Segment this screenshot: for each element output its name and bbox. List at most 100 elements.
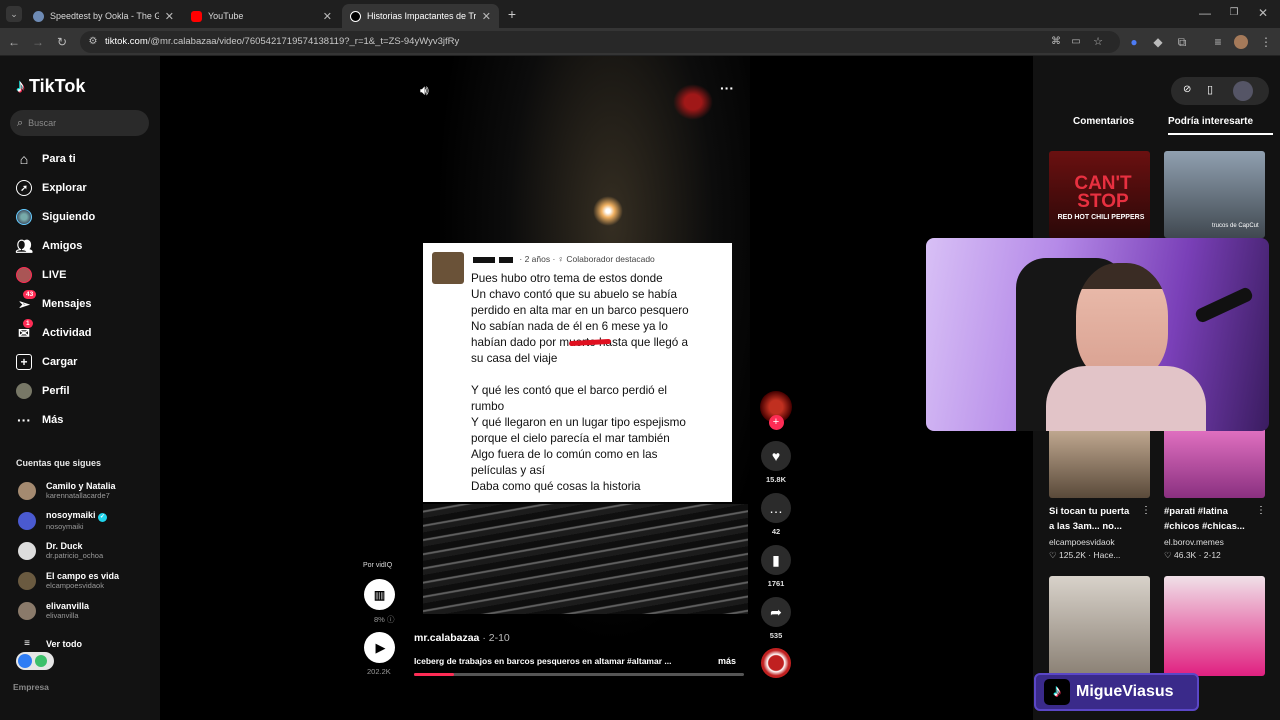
account-handle: nosoymaiki (46, 522, 84, 531)
comment-meta: · 2 años · ♀ Colaborador destacado (473, 254, 655, 264)
nav-explorar[interactable]: ➚ Explorar (16, 180, 87, 196)
tab-comments[interactable]: Comentarios (1073, 116, 1134, 127)
close-tab-icon[interactable]: ✕ (165, 10, 174, 23)
url-path: /@mr.calabazaa/video/7605421719574138119… (147, 36, 460, 47)
creator-avatar-follow[interactable]: + (760, 391, 792, 430)
recommendation-thumbnail[interactable]: trucos de CapCut (1164, 151, 1265, 238)
translate-icon[interactable]: ⌘ (1048, 34, 1064, 50)
tab-youtube[interactable]: YouTube ✕ (183, 4, 340, 28)
creator-info[interactable]: mr.calabazaa · 2-10 (414, 632, 510, 644)
company-link[interactable]: Empresa (13, 682, 49, 692)
volume-icon[interactable]: 🔊︎ (420, 82, 429, 99)
site-info-icon[interactable]: ⚙ (85, 34, 101, 50)
tab-tiktok[interactable]: Historias Impactantes de Trabajo ✕ (342, 4, 499, 28)
profile-avatar[interactable] (1233, 81, 1253, 101)
followed-account[interactable]: nosoymaiki ✓ nosoymaiki (18, 510, 108, 531)
nav-amigos[interactable]: 👥︎ Amigos (15, 238, 82, 254)
tab-search-icon[interactable]: ⌄ (6, 6, 22, 22)
restore-icon[interactable]: ❐ (1226, 5, 1242, 21)
recommendation-thumbnail[interactable]: CAN'T STOP RED HOT CHILI PEPPERS (1049, 151, 1150, 238)
follow-plus-icon[interactable]: + (768, 415, 784, 430)
nav-label: Cargar (42, 356, 78, 368)
nav-siguiendo[interactable]: Siguiendo (16, 209, 95, 225)
like-count: 15.8K (765, 475, 786, 484)
tiktok-logo[interactable]: ♪ TikTok (16, 76, 85, 97)
browser-tab-bar: ⌄ Speedtest by Ookla - The Global ✕ YouT… (0, 0, 1280, 28)
address-bar[interactable]: ⚙ tiktok.com/@mr.calabazaa/video/7605421… (80, 31, 1120, 53)
like-button[interactable]: ♥ 15.8K (760, 441, 792, 484)
url-host: tiktok.com (105, 36, 148, 47)
vidiq-label: Por vidIQ (363, 562, 393, 569)
see-all-link[interactable]: ≡ Ver todo (18, 638, 82, 649)
close-tab-icon[interactable]: ✕ (482, 10, 491, 23)
save-button[interactable]: ▮ 1761 (760, 545, 792, 588)
more-dots-icon: ··· (17, 412, 31, 428)
streamer-badge: ♪ MigueViasus (1034, 673, 1199, 711)
recommendation-user[interactable]: el.borov.memes (1164, 537, 1224, 547)
bookmark-star-icon[interactable]: ☆ (1090, 34, 1106, 50)
nav-perfil[interactable]: Perfil (16, 383, 70, 399)
nav-para-ti[interactable]: ⌂ Para ti (16, 151, 76, 167)
comment-badge: Colaborador destacado (566, 254, 655, 264)
activity-badge: 1 (23, 319, 33, 328)
heart-outline-icon: ♡ (1049, 550, 1057, 560)
account-handle: elcampoesvidaok (46, 581, 104, 590)
reload-icon[interactable]: ↻ (54, 34, 70, 50)
forward-arrow-icon[interactable]: → (30, 34, 46, 50)
recommendation-thumbnail[interactable] (1049, 576, 1150, 676)
search-input[interactable]: ⌕ Buscar (10, 110, 149, 136)
more-vertical-icon[interactable]: ⋮ (1141, 505, 1151, 516)
comment-button[interactable]: … 42 (760, 493, 792, 536)
new-tab-plus-icon[interactable]: + (504, 6, 520, 22)
recommendation-thumbnail[interactable] (1164, 430, 1265, 498)
compass-icon[interactable]: ⊘ (1183, 84, 1191, 95)
extensions-puzzle-icon[interactable]: ⧉ (1174, 34, 1190, 50)
share-count: 535 (769, 631, 783, 640)
music-disc-icon (761, 648, 791, 678)
media-control-icon[interactable]: ≡ (1210, 34, 1226, 50)
browser-menu-icon[interactable]: ⋮ (1258, 34, 1274, 50)
video-more-icon[interactable]: ··· (720, 80, 734, 96)
nav-live[interactable]: LIVE (16, 267, 66, 283)
tab-title: YouTube (208, 11, 244, 21)
recommendation-title[interactable]: Si tocan tu puerta a las 3am... no... (1049, 504, 1137, 534)
followed-account[interactable]: elivanvilla elivanvilla (18, 601, 89, 620)
nav-mensajes[interactable]: ➢ 43 Mensajes (16, 290, 92, 312)
tab-podria-interesarte[interactable]: Podría interesarte (1168, 116, 1253, 127)
streamer-name: MigueViasus (1076, 683, 1174, 700)
extension-icon[interactable]: ● (1126, 34, 1142, 50)
share-button[interactable]: ➦ 535 (760, 597, 792, 640)
profile-avatar-icon[interactable] (1234, 35, 1248, 49)
following-avatar-icon (16, 209, 32, 225)
recommendation-thumbnail[interactable] (1164, 576, 1265, 676)
nav-mas[interactable]: ··· Más (16, 412, 63, 428)
extension-toggle[interactable] (16, 652, 54, 670)
minimize-icon[interactable]: — (1197, 5, 1213, 21)
censored-name (499, 256, 513, 263)
nav-actividad[interactable]: ✉ 1 Actividad (16, 319, 92, 341)
more-link[interactable]: más (718, 656, 736, 666)
followed-account[interactable]: Dr. Duck dr.patricio_ochoa (18, 541, 103, 560)
nav-cargar[interactable]: + Cargar (16, 354, 77, 370)
followed-account[interactable]: El campo es vida elcampoesvidaok (18, 571, 119, 590)
close-window-icon[interactable]: ✕ (1255, 5, 1271, 21)
nav-label: LIVE (42, 269, 67, 281)
recommendation-title[interactable]: #parati #latina #chicos #chicas... (1164, 504, 1252, 534)
followed-account[interactable]: Camilo y Natalia karennatallacarde7 (18, 481, 116, 500)
tab-speedtest[interactable]: Speedtest by Ookla - The Global ✕ (25, 4, 182, 28)
recommendation-thumbnail[interactable] (1049, 430, 1150, 498)
recommendation-user[interactable]: elcampoesvidaok (1049, 537, 1115, 547)
sound-disc[interactable] (760, 648, 792, 678)
cast-icon[interactable]: ▭ (1068, 34, 1084, 50)
comment-screenshot: · 2 años · ♀ Colaborador destacado Pues … (423, 243, 732, 502)
close-tab-icon[interactable]: ✕ (323, 10, 332, 23)
account-handle: elivanvilla (46, 611, 79, 620)
video-progress-bar[interactable] (414, 673, 744, 676)
play-button[interactable]: ▶ (364, 632, 395, 663)
extension-diamond-icon[interactable]: ◆ (1150, 34, 1166, 50)
vidiq-stats-button[interactable]: ▥ (364, 579, 395, 610)
more-vertical-icon[interactable]: ⋮ (1256, 505, 1266, 516)
back-arrow-icon[interactable]: ← (6, 34, 22, 50)
nav-label: Más (42, 414, 64, 426)
device-icon[interactable]: ▯ (1207, 83, 1213, 96)
